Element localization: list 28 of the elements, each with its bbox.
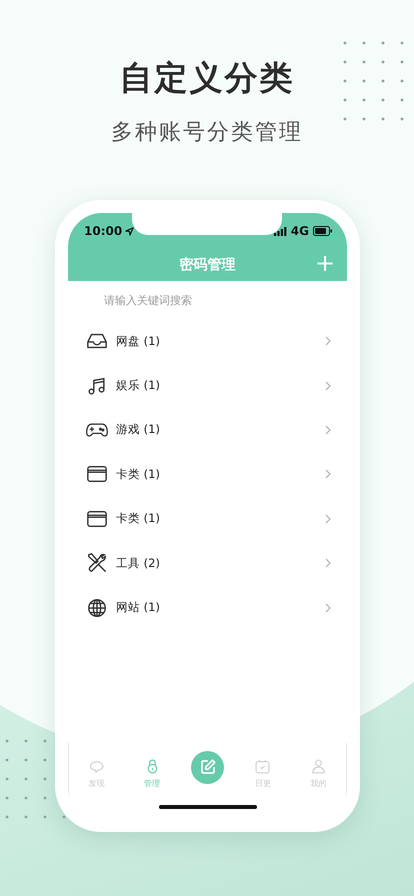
- headline: 自定义分类: [120, 58, 294, 98]
- chevron-right-icon: [325, 602, 331, 613]
- signal-icon: [274, 226, 287, 236]
- category-label: 网站 (1): [116, 600, 161, 616]
- network-label: 4G: [290, 224, 309, 238]
- chevron-right-icon: [325, 514, 331, 524]
- category-label: 娱乐 (1): [116, 378, 161, 394]
- calendar-icon: [254, 758, 272, 775]
- chevron-right-icon: [325, 558, 331, 568]
- globe-icon: [86, 596, 108, 619]
- chevron-right-icon: [325, 380, 331, 391]
- chevron-right-icon: [325, 424, 331, 435]
- page-title: 密码管理: [178, 256, 236, 274]
- edit-icon: [198, 758, 217, 776]
- chevron-right-icon: [325, 336, 331, 346]
- tools-icon: [86, 552, 108, 574]
- compose-button[interactable]: [191, 750, 224, 784]
- status-time: 10:00: [84, 224, 122, 238]
- battery-icon: [313, 226, 333, 236]
- subtitle: 多种账号分类管理: [111, 119, 303, 147]
- category-label: 卡类 (1): [116, 466, 161, 482]
- category-label: 网盘 (1): [116, 334, 161, 349]
- category-label: 工具 (2): [116, 556, 161, 571]
- chevron-right-icon: [325, 469, 331, 480]
- person-icon: [310, 758, 327, 775]
- category-label: 游戏 (1): [116, 422, 161, 438]
- location-arrow-icon: [125, 226, 134, 236]
- category-label: 卡类 (1): [116, 511, 161, 526]
